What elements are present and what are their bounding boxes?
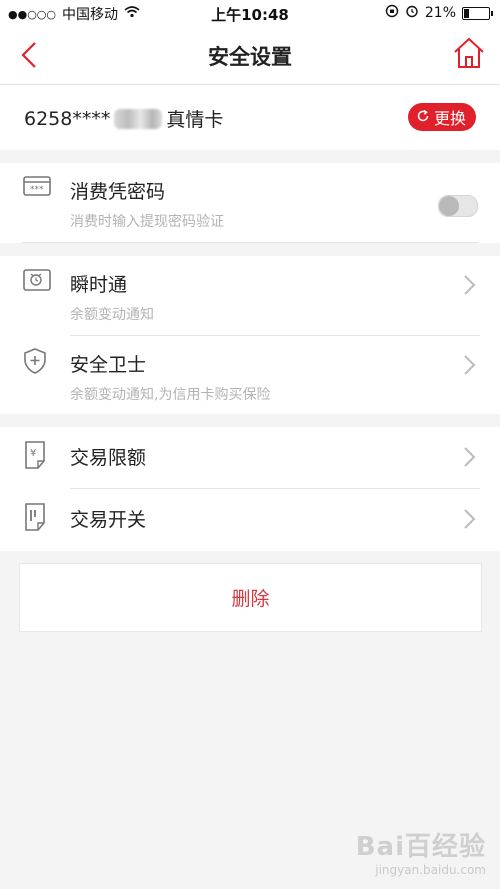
yen-receipt-icon: ¥ [23, 441, 49, 469]
alarm-icon [23, 268, 51, 294]
svg-text:***: *** [30, 185, 44, 195]
item-label: 交易开关 [70, 509, 147, 531]
card-number-mask [114, 108, 163, 129]
battery-icon [462, 6, 493, 20]
nav-bar: 安全设置 [0, 26, 500, 85]
lock-rotation-icon [385, 4, 399, 22]
alarm-clock-icon [405, 4, 419, 22]
delete-button[interactable]: 删除 [19, 563, 482, 632]
item-label: 瞬时通 [70, 274, 128, 296]
status-right: 21% [385, 4, 493, 22]
status-bar: ●●○○○ 中国移动 上午10:48 21% [0, 0, 500, 26]
battery-percent: 21% [424, 5, 456, 21]
section-transaction: ¥ 交易限额 交易开关 [0, 427, 500, 551]
list-item-guard[interactable]: 安全卫士 余额变动通知,为信用卡购买保险 [0, 336, 500, 414]
card-number: 6258**** [24, 107, 111, 130]
list-item-instant[interactable]: 瞬时通 余额变动通知 [0, 256, 500, 336]
item-sub: 余额变动通知,为信用卡购买保险 [70, 387, 271, 403]
item-label: 交易限额 [70, 447, 147, 469]
card-name: 真情卡 [166, 109, 224, 131]
item-label: 安全卫士 [70, 354, 147, 376]
item-sub: 余额变动通知 [70, 307, 154, 323]
swap-label: 更换 [433, 109, 466, 128]
item-sub: 消费时输入提现密码验证 [70, 214, 224, 230]
chevron-right-icon [462, 508, 476, 530]
list-item-limit[interactable]: ¥ 交易限额 [0, 427, 500, 489]
section-password: *** 消费凭密码 消费时输入提现密码验证 [0, 163, 500, 243]
chevron-right-icon [462, 354, 476, 376]
battery-fill [464, 8, 469, 18]
home-icon[interactable] [452, 36, 486, 70]
switch-receipt-icon [23, 503, 49, 531]
swap-card-button[interactable]: 更换 [407, 103, 476, 131]
chevron-right-icon [462, 446, 476, 468]
consume-password-toggle[interactable] [438, 195, 478, 217]
card-row: 6258**** 真情卡 更换 [0, 85, 500, 150]
section-notify: 瞬时通 余额变动通知 安全卫士 余额变动通知,为信用卡购买保险 [0, 256, 500, 414]
toggle-knob [439, 196, 459, 216]
card-info: 6258**** 真情卡 [24, 105, 223, 132]
refresh-icon [416, 108, 430, 127]
divider [22, 242, 478, 243]
item-label: 消费凭密码 [70, 181, 166, 203]
list-item-switch[interactable]: 交易开关 [0, 489, 500, 551]
chevron-right-icon [462, 274, 476, 296]
shield-plus-icon [23, 348, 49, 374]
watermark: Bai百经验 jingyan.baidu.com [356, 826, 486, 877]
svg-text:¥: ¥ [30, 448, 36, 459]
watermark-url: jingyan.baidu.com [375, 863, 486, 877]
card-password-icon: *** [23, 175, 51, 201]
page-title: 安全设置 [208, 45, 292, 69]
watermark-brand: Bai百经验 [355, 832, 486, 862]
list-item-consume-password: *** 消费凭密码 消费时输入提现密码验证 [0, 163, 500, 243]
